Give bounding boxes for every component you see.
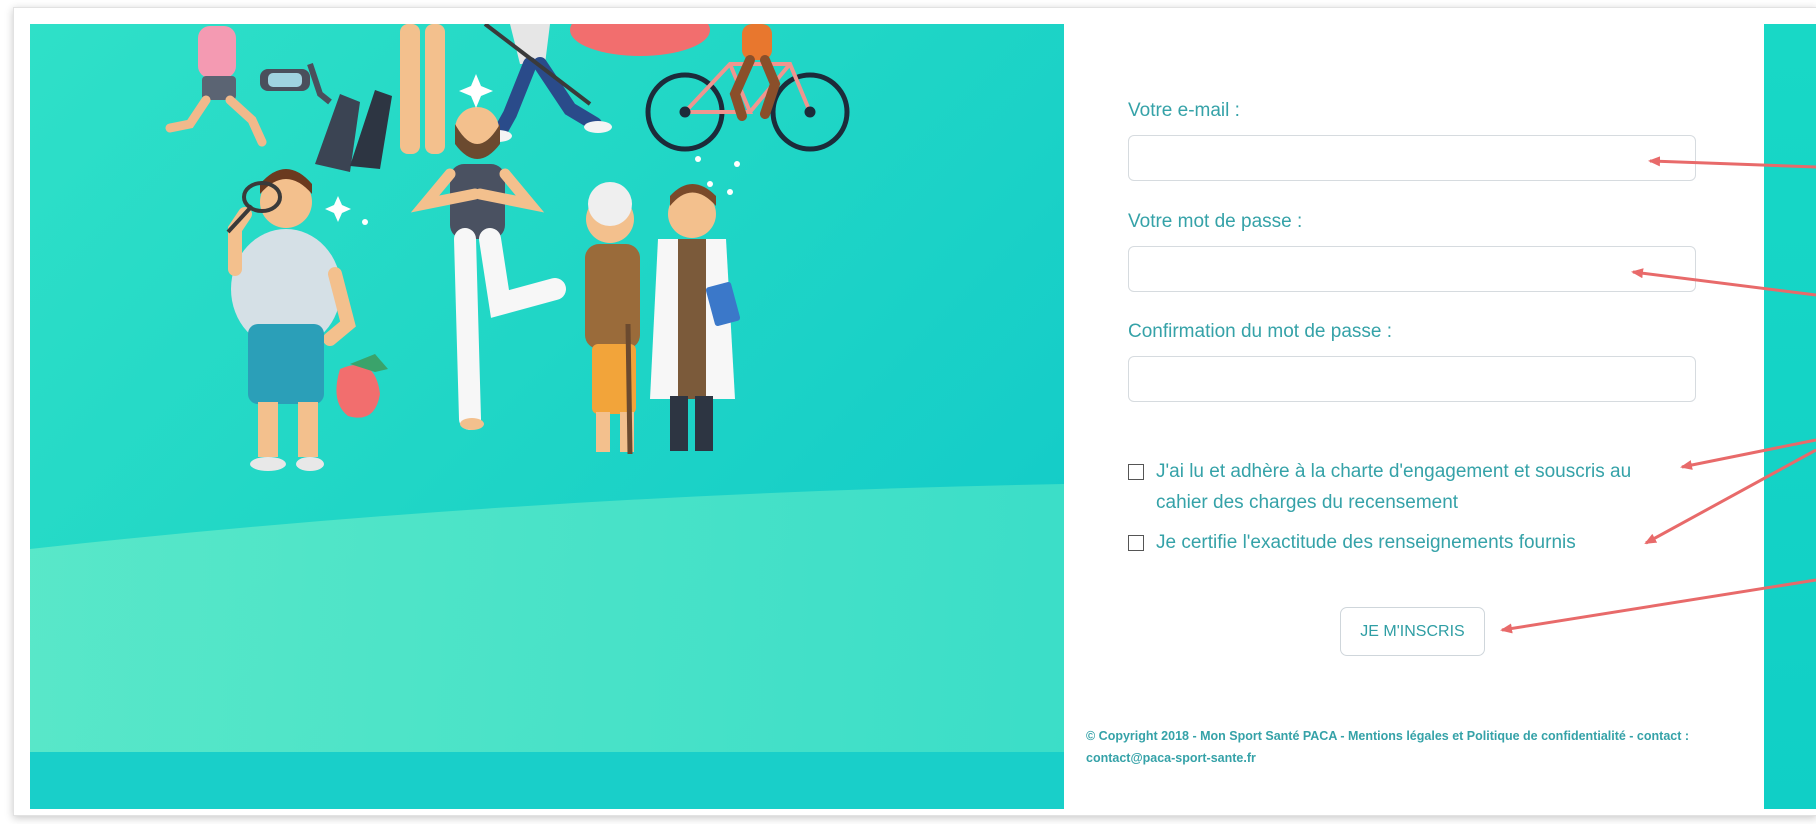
certify-checkbox-label[interactable]: Je certifie l'exactitude des renseigneme… — [1156, 527, 1576, 558]
register-button[interactable]: JE M'INSCRIS — [1340, 607, 1485, 656]
yoga-figure — [410, 107, 566, 430]
footer-copyright: © Copyright 2018 - Mon Sport Santé PACA … — [1086, 729, 1690, 765]
certify-checkbox[interactable] — [1128, 535, 1144, 551]
confirm-password-input[interactable] — [1128, 356, 1696, 402]
legs-figure — [400, 24, 445, 154]
charter-checkbox[interactable] — [1128, 464, 1144, 480]
doctor-figure — [650, 184, 741, 451]
confirm-password-label: Confirmation du mot de passe : — [1128, 321, 1393, 342]
bottom-band — [30, 752, 1064, 809]
right-teal-strip — [1764, 24, 1816, 809]
runner-figure — [165, 26, 267, 147]
snorkel-icon — [260, 63, 332, 105]
hero-artwork — [30, 24, 1064, 809]
hero-illustration — [30, 24, 1064, 809]
charter-checkbox-row[interactable]: J'ai lu et adhère à la charte d'engageme… — [1128, 461, 1688, 518]
pink-shape — [570, 24, 710, 56]
charter-checkbox-label[interactable]: J'ai lu et adhère à la charte d'engageme… — [1156, 456, 1676, 518]
email-label: Votre e-mail : — [1128, 100, 1240, 121]
certify-checkbox-row[interactable]: Je certifie l'exactitude des renseigneme… — [1128, 532, 1688, 558]
cyclist-figure — [729, 24, 781, 121]
password-label: Votre mot de passe : — [1128, 211, 1303, 232]
password-input[interactable] — [1128, 246, 1696, 292]
email-input[interactable] — [1128, 135, 1696, 181]
strawberry-icon — [336, 354, 388, 418]
elderly-lady-figure — [585, 182, 640, 455]
tennis-player-figure — [226, 169, 356, 471]
